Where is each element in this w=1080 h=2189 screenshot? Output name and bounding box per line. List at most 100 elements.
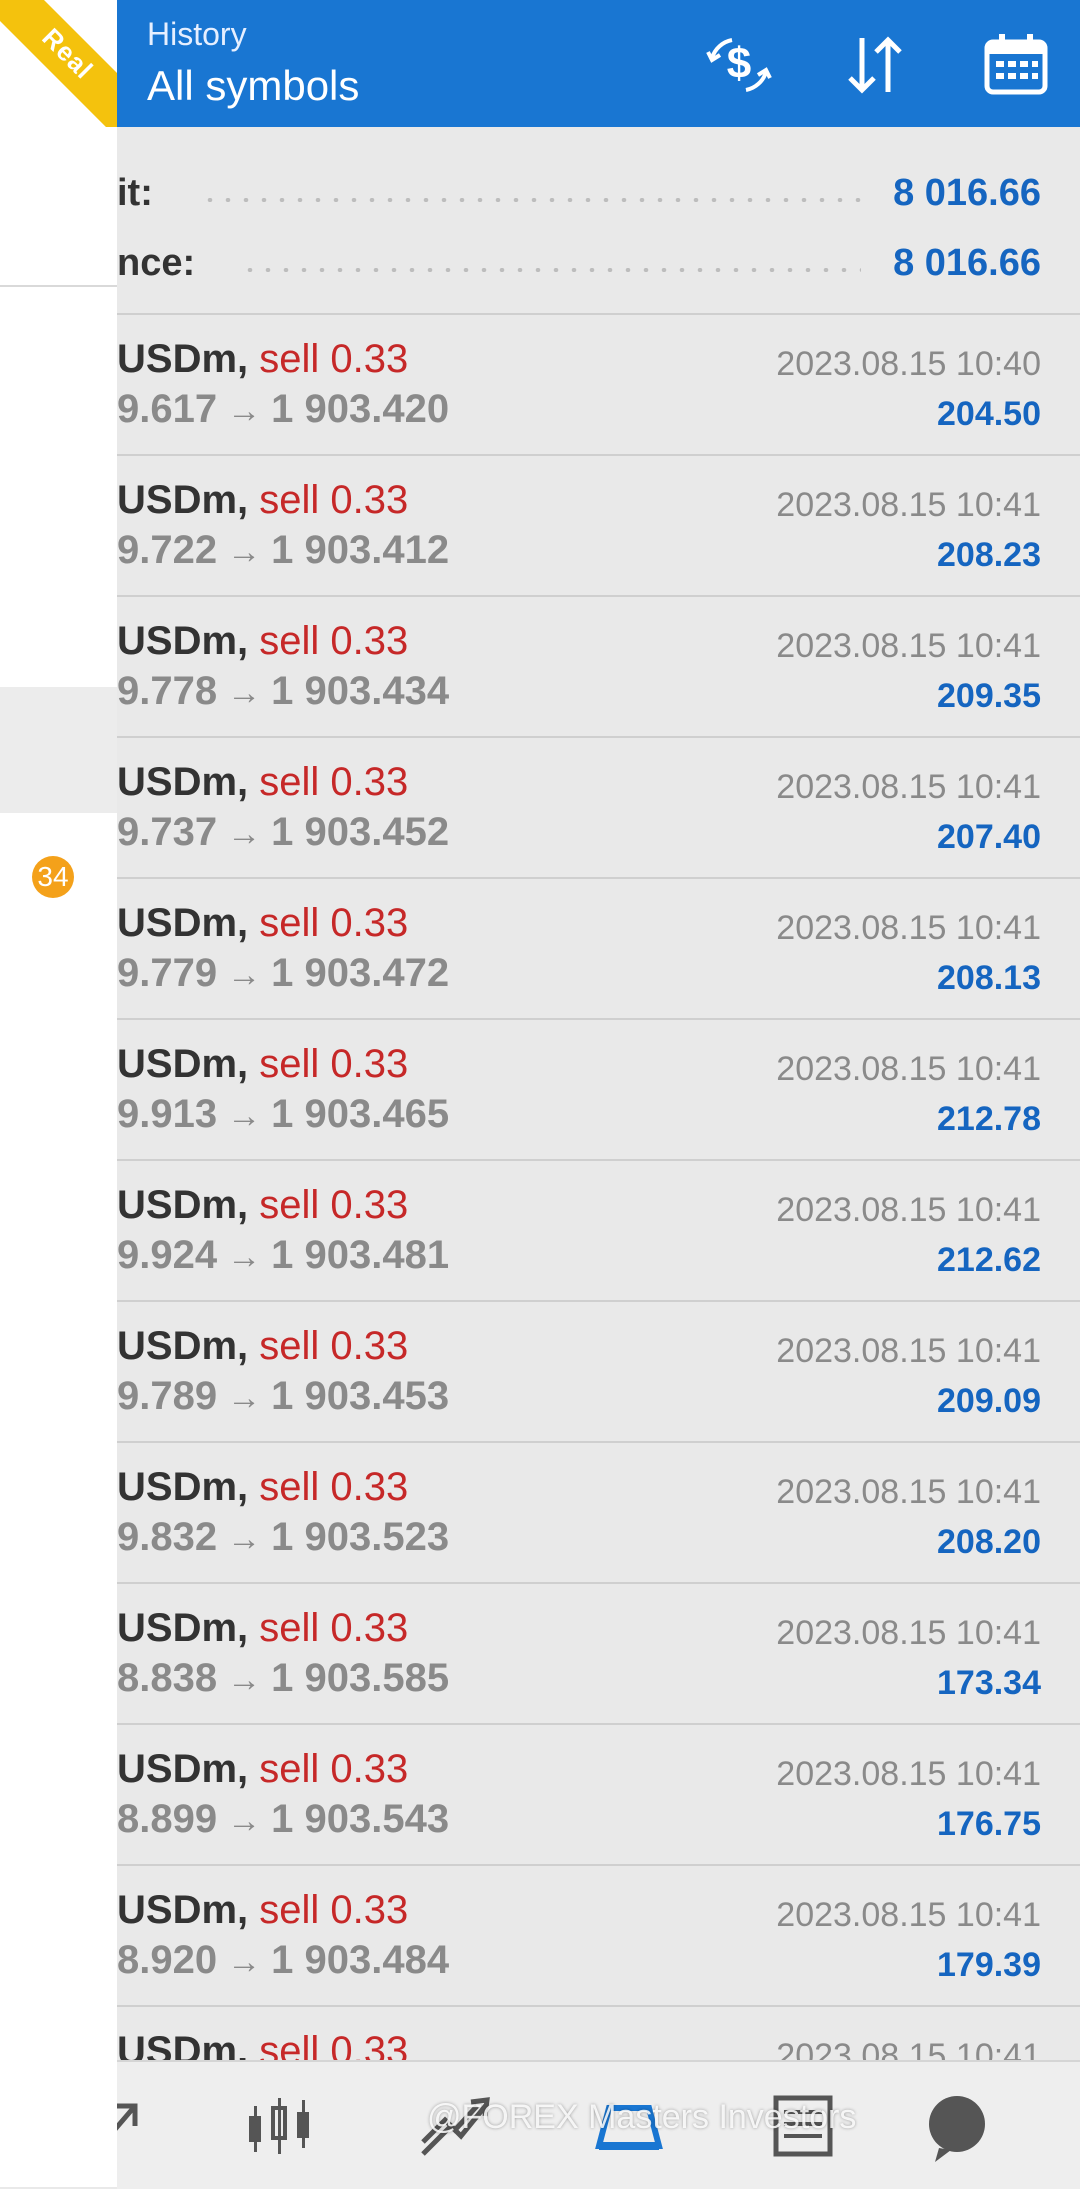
trade-row[interactable]: USDm, sell 0.33 2023.08.15 10:41 9.832 → 1 9…	[117, 1443, 1080, 1584]
notification-count-badge: 34	[32, 856, 74, 898]
trade-symbol-side: USDm, sell 0.33	[117, 1183, 408, 1228]
trade-symbol-side: USDm, sell 0.33	[117, 1042, 408, 1087]
price-arrow: →	[227, 1661, 262, 1699]
open-price: 9.924	[117, 1233, 218, 1277]
trade-profit: 212.78	[937, 1100, 1041, 1138]
trade-symbol: USDm,	[117, 478, 249, 522]
close-price: 1 903.481	[271, 1233, 450, 1277]
close-price: 1 903.420	[271, 387, 450, 431]
trade-side-volume: sell 0.33	[259, 337, 409, 381]
drawer-selected-item[interactable]	[0, 687, 117, 813]
price-arrow: →	[227, 674, 262, 712]
account-type-ribbon: Real	[0, 0, 117, 127]
price-arrow: →	[227, 392, 262, 430]
trade-time: 2023.08.15 10:41	[776, 1755, 1041, 1793]
open-price: 9.913	[117, 1092, 218, 1136]
trade-symbol-side: USDm, sell 0.33	[117, 337, 408, 382]
chart-icon[interactable]	[239, 2086, 319, 2166]
trade-symbol-side: USDm, sell 0.33	[117, 760, 408, 805]
trade-profit: 176.75	[937, 1805, 1041, 1843]
trade-row[interactable]: USDm, sell 0.33 2023.08.15 10:41 8.899 → 1 9…	[117, 1725, 1080, 1866]
trade-profit: 208.20	[937, 1523, 1041, 1561]
close-price: 1 903.452	[271, 810, 450, 854]
trade-time: 2023.08.15 10:41	[776, 1191, 1041, 1229]
trade-symbol: USDm,	[117, 1606, 249, 1650]
trade-symbol-side: USDm, sell 0.33	[117, 1606, 408, 1651]
trade-symbol: USDm,	[117, 1042, 249, 1086]
svg-text:$: $	[727, 39, 751, 88]
trade-row[interactable]: USDm, sell 0.33 2023.08.15 10:40 9.617 → 1 9…	[117, 315, 1080, 456]
trade-side-volume: sell 0.33	[259, 1888, 409, 1932]
trade-time: 2023.08.15 10:40	[776, 345, 1041, 383]
trade-row[interactable]: USDm, sell 0.33 2023.08.15 10:41 9.722 → 1 9…	[117, 456, 1080, 597]
ribbon-label: Real	[36, 22, 100, 85]
trade-profit: 208.13	[937, 959, 1041, 997]
leader-dots	[241, 268, 861, 272]
summary-row-balance: nce: 8 016.66	[117, 232, 1080, 292]
calendar-icon[interactable]	[979, 28, 1053, 102]
trade-row[interactable]: USDm, sell 0.33 2023.08.15 10:41 8.920 → 1 9…	[117, 1866, 1080, 2007]
trade-side-volume: sell 0.33	[259, 1747, 409, 1791]
trade-symbol: USDm,	[117, 760, 249, 804]
trade-row[interactable]: USDm, sell 0.33 2023.08.15 10:41 9.924 → 1 9…	[117, 1161, 1080, 1302]
watermark-text: @FOREX Masters Investors	[427, 2098, 857, 2136]
trade-time: 2023.08.15 10:41	[776, 627, 1041, 665]
trade-profit: 212.62	[937, 1241, 1041, 1279]
trade-side-volume: sell 0.33	[259, 1324, 409, 1368]
trade-row[interactable]: USDm, sell 0.33 2023.08.15 10:41 9.913 → 1 9…	[117, 1020, 1080, 1161]
trade-symbol: USDm,	[117, 1183, 249, 1227]
close-price: 1 903.484	[271, 1938, 450, 1982]
trade-row[interactable]: USDm, sell 0.33 2023.08.15 10:41 9.789 → 1 9…	[117, 1302, 1080, 1443]
open-price: 9.789	[117, 1374, 218, 1418]
trade-profit: 209.35	[937, 677, 1041, 715]
price-arrow: →	[227, 1238, 262, 1276]
trade-time: 2023.08.15 10:41	[776, 1332, 1041, 1370]
trade-time: 2023.08.15 10:41	[776, 1050, 1041, 1088]
leader-dots	[201, 198, 861, 202]
price-arrow: →	[227, 1520, 262, 1558]
app-bar: History All symbols $	[117, 0, 1080, 127]
trade-row[interactable]: USDm, sell 0.33 2023.08.15 10:41 9.737 → 1 9…	[117, 738, 1080, 879]
trade-prices: 9.789 → 1 903.453	[117, 1374, 449, 1419]
close-price: 1 903.412	[271, 528, 450, 572]
trade-symbol: USDm,	[117, 901, 249, 945]
trade-side-volume: sell 0.33	[259, 1606, 409, 1650]
trade-time: 2023.08.15 10:41	[776, 1473, 1041, 1511]
summary-value: 8 016.66	[893, 172, 1041, 214]
trade-prices: 8.920 → 1 903.484	[117, 1938, 449, 1983]
open-price: 9.778	[117, 669, 218, 713]
trade-symbol: USDm,	[117, 1888, 249, 1932]
summary-label: it:	[117, 172, 153, 214]
page-title[interactable]: All symbols	[147, 62, 359, 110]
summary-row-profit: it: 8 016.66	[117, 162, 1080, 222]
trade-profit: 209.09	[937, 1382, 1041, 1420]
trade-symbol-side: USDm, sell 0.33	[117, 478, 408, 523]
currency-exchange-icon[interactable]: $	[702, 28, 776, 102]
messages-icon[interactable]	[917, 2086, 997, 2166]
price-arrow: →	[227, 815, 262, 853]
trade-time: 2023.08.15 10:41	[776, 486, 1041, 524]
summary-label: nce:	[117, 242, 196, 284]
trade-symbol-side: USDm, sell 0.33	[117, 901, 408, 946]
trade-prices: 9.832 → 1 903.523	[117, 1515, 449, 1560]
close-price: 1 903.585	[271, 1656, 450, 1700]
close-price: 1 903.465	[271, 1092, 450, 1136]
sort-icon[interactable]	[838, 28, 912, 102]
open-price: 8.899	[117, 1797, 218, 1841]
price-arrow: →	[227, 956, 262, 994]
open-price: 9.737	[117, 810, 218, 854]
trade-time: 2023.08.15 10:41	[776, 768, 1041, 806]
open-price: 9.722	[117, 528, 218, 572]
trade-row[interactable]: USDm, sell 0.33 2023.08.15 10:41 9.778 → 1 9…	[117, 597, 1080, 738]
side-drawer: 34	[0, 0, 117, 2187]
trade-symbol: USDm,	[117, 1465, 249, 1509]
trade-time: 2023.08.15 10:41	[776, 1896, 1041, 1934]
trade-row[interactable]: USDm, sell 0.33 2023.08.15 10:41 9.779 → 1 9…	[117, 879, 1080, 1020]
drawer-divider	[0, 285, 117, 287]
trade-side-volume: sell 0.33	[259, 1042, 409, 1086]
trade-prices: 9.778 → 1 903.434	[117, 669, 449, 714]
close-price: 1 903.453	[271, 1374, 450, 1418]
close-price: 1 903.523	[271, 1515, 450, 1559]
trade-symbol-side: USDm, sell 0.33	[117, 1324, 408, 1369]
trade-row[interactable]: USDm, sell 0.33 2023.08.15 10:41 8.838 → 1 9…	[117, 1584, 1080, 1725]
